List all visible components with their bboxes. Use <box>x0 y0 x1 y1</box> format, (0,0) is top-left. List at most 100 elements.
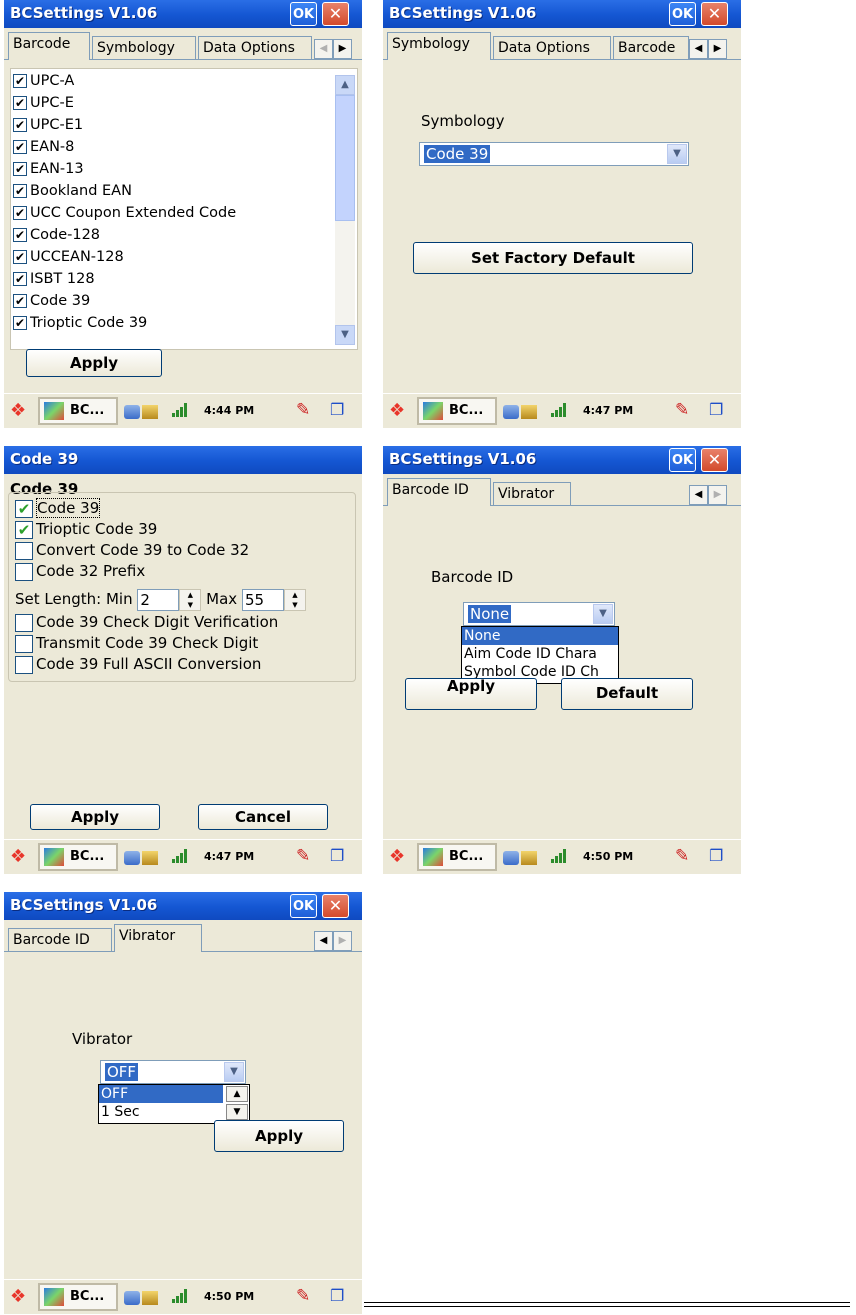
checkbox-checked-icon[interactable]: ✔ <box>13 206 27 220</box>
dropdown-option[interactable]: 1 Sec <box>99 1103 223 1121</box>
ok-button[interactable]: OK <box>669 448 696 472</box>
checkbox-checked-icon[interactable]: ✔ <box>15 520 33 539</box>
tab-scroll-left-button[interactable]: ◀ <box>689 39 708 59</box>
window-switch-icon[interactable]: ❐ <box>330 1285 354 1307</box>
checkbox-unchecked-icon[interactable] <box>15 613 33 632</box>
checkbox-checked-icon[interactable]: ✔ <box>13 272 27 286</box>
signal-strength-icon[interactable] <box>551 403 569 417</box>
network-icon[interactable] <box>124 850 140 865</box>
list-item[interactable]: ✔ Bookland EAN <box>13 183 236 205</box>
tab-scroll-left-button[interactable]: ◀ <box>314 931 333 951</box>
clock[interactable]: 4:47 PM <box>204 846 254 868</box>
sync-icon[interactable] <box>521 850 537 865</box>
checkbox-checked-icon[interactable]: ✔ <box>15 499 33 518</box>
tab-barcode[interactable]: Barcode <box>613 36 689 60</box>
close-button[interactable]: ✕ <box>322 2 349 26</box>
set-factory-default-button[interactable]: Set Factory Default <box>413 242 693 274</box>
tab-scroll-right-button[interactable]: ▶ <box>708 485 727 505</box>
tab-barcode-id[interactable]: Barcode ID <box>387 478 491 506</box>
apply-button[interactable]: Apply <box>26 349 162 377</box>
ok-button[interactable]: OK <box>669 2 696 26</box>
start-menu-icon[interactable]: ❖ <box>10 400 34 422</box>
signal-strength-icon[interactable] <box>551 849 569 863</box>
tab-vibrator[interactable]: Vibrator <box>114 924 202 952</box>
checkbox-unchecked-icon[interactable] <box>15 541 33 560</box>
apply-button[interactable]: Apply <box>214 1120 344 1152</box>
dropdown-scroll-down-button[interactable]: ▼ <box>226 1104 248 1120</box>
vibrator-select[interactable]: OFF ▼ <box>100 1060 246 1084</box>
checkbox-row[interactable]: Code 32 Prefix <box>15 562 145 582</box>
chevron-down-icon[interactable]: ▼ <box>593 604 613 624</box>
signal-strength-icon[interactable] <box>172 1289 190 1303</box>
min-length-input[interactable]: 2 <box>137 588 180 611</box>
dropdown-scroll-up-button[interactable]: ▲ <box>226 1086 248 1102</box>
checkbox-checked-icon[interactable]: ✔ <box>13 228 27 242</box>
taskbar-app-button[interactable]: BC... <box>417 843 497 871</box>
network-icon[interactable] <box>503 850 519 865</box>
network-icon[interactable] <box>124 1290 140 1305</box>
checkbox-checked-icon[interactable]: ✔ <box>13 140 27 154</box>
scroll-up-button[interactable]: ▲ <box>335 75 355 95</box>
clock[interactable]: 4:47 PM <box>583 400 633 422</box>
tab-scroll-left-button[interactable]: ◀ <box>314 39 333 59</box>
close-button[interactable]: ✕ <box>322 894 349 918</box>
signal-strength-icon[interactable] <box>172 403 190 417</box>
tab-barcode-id[interactable]: Barcode ID <box>8 928 112 952</box>
scroll-down-button[interactable]: ▼ <box>335 325 355 345</box>
ok-button[interactable]: OK <box>290 2 317 26</box>
window-switch-icon[interactable]: ❐ <box>330 399 354 421</box>
apply-button[interactable]: Apply <box>405 678 537 710</box>
start-menu-icon[interactable]: ❖ <box>389 400 413 422</box>
checkbox-checked-icon[interactable]: ✔ <box>13 250 27 264</box>
ok-button[interactable]: OK <box>290 894 317 918</box>
network-icon[interactable] <box>503 404 519 419</box>
close-button[interactable]: ✕ <box>701 2 728 26</box>
checkbox-row[interactable]: Convert Code 39 to Code 32 <box>15 541 249 561</box>
list-item[interactable]: ✔ UPC-A <box>13 73 236 95</box>
sync-icon[interactable] <box>521 404 537 419</box>
checkbox-checked-icon[interactable]: ✔ <box>13 118 27 132</box>
window-switch-icon[interactable]: ❐ <box>709 399 733 421</box>
dropdown-option-selected[interactable]: OFF <box>99 1085 223 1103</box>
taskbar-app-button[interactable]: BC... <box>38 1283 118 1311</box>
input-panel-icon[interactable]: ✎ <box>296 399 322 421</box>
tab-scroll-right-button[interactable]: ▶ <box>333 931 352 951</box>
tab-vibrator[interactable]: Vibrator <box>493 482 571 506</box>
start-menu-icon[interactable]: ❖ <box>389 846 413 868</box>
checkbox-row[interactable]: ✔ Code 39 <box>15 498 101 519</box>
list-item[interactable]: ✔ UPC-E <box>13 95 236 117</box>
tab-symbology[interactable]: Symbology <box>387 32 491 60</box>
min-length-stepper[interactable]: ▲ ▼ <box>179 588 202 611</box>
checkbox-unchecked-icon[interactable] <box>15 562 33 581</box>
clock[interactable]: 4:50 PM <box>204 1286 254 1308</box>
tab-symbology[interactable]: Symbology <box>92 36 196 60</box>
chevron-down-icon[interactable]: ▼ <box>224 1062 244 1082</box>
sync-icon[interactable] <box>142 404 158 419</box>
checkbox-row[interactable]: Code 39 Full ASCII Conversion <box>15 655 261 675</box>
start-menu-icon[interactable]: ❖ <box>10 846 34 868</box>
signal-strength-icon[interactable] <box>172 849 190 863</box>
checkbox-unchecked-icon[interactable] <box>15 634 33 653</box>
taskbar-app-button[interactable]: BC... <box>38 843 118 871</box>
list-item[interactable]: ✔ ISBT 128 <box>13 271 236 293</box>
sync-icon[interactable] <box>142 1290 158 1305</box>
list-scrollbar[interactable]: ▲ ▼ <box>335 75 355 345</box>
list-item[interactable]: ✔ EAN-13 <box>13 161 236 183</box>
checkbox-checked-icon[interactable]: ✔ <box>13 162 27 176</box>
barcode-id-select[interactable]: None ▼ <box>463 602 615 626</box>
tab-scroll-right-button[interactable]: ▶ <box>708 39 727 59</box>
dropdown-option[interactable]: Aim Code ID Chara <box>462 645 618 663</box>
chevron-down-icon[interactable]: ▼ <box>667 144 687 164</box>
cancel-button[interactable]: Cancel <box>198 804 328 830</box>
list-item[interactable]: ✔ Trioptic Code 39 <box>13 315 236 337</box>
apply-button[interactable]: Apply <box>30 804 160 830</box>
close-button[interactable]: ✕ <box>701 448 728 472</box>
checkbox-checked-icon[interactable]: ✔ <box>13 316 27 330</box>
tab-scroll-right-button[interactable]: ▶ <box>333 39 352 59</box>
checkbox-checked-icon[interactable]: ✔ <box>13 294 27 308</box>
list-item[interactable]: ✔ EAN-8 <box>13 139 236 161</box>
network-icon[interactable] <box>124 404 140 419</box>
taskbar-app-button[interactable]: BC... <box>38 397 118 425</box>
tab-data-options[interactable]: Data Options <box>198 36 312 60</box>
list-item[interactable]: ✔ Code-128 <box>13 227 236 249</box>
